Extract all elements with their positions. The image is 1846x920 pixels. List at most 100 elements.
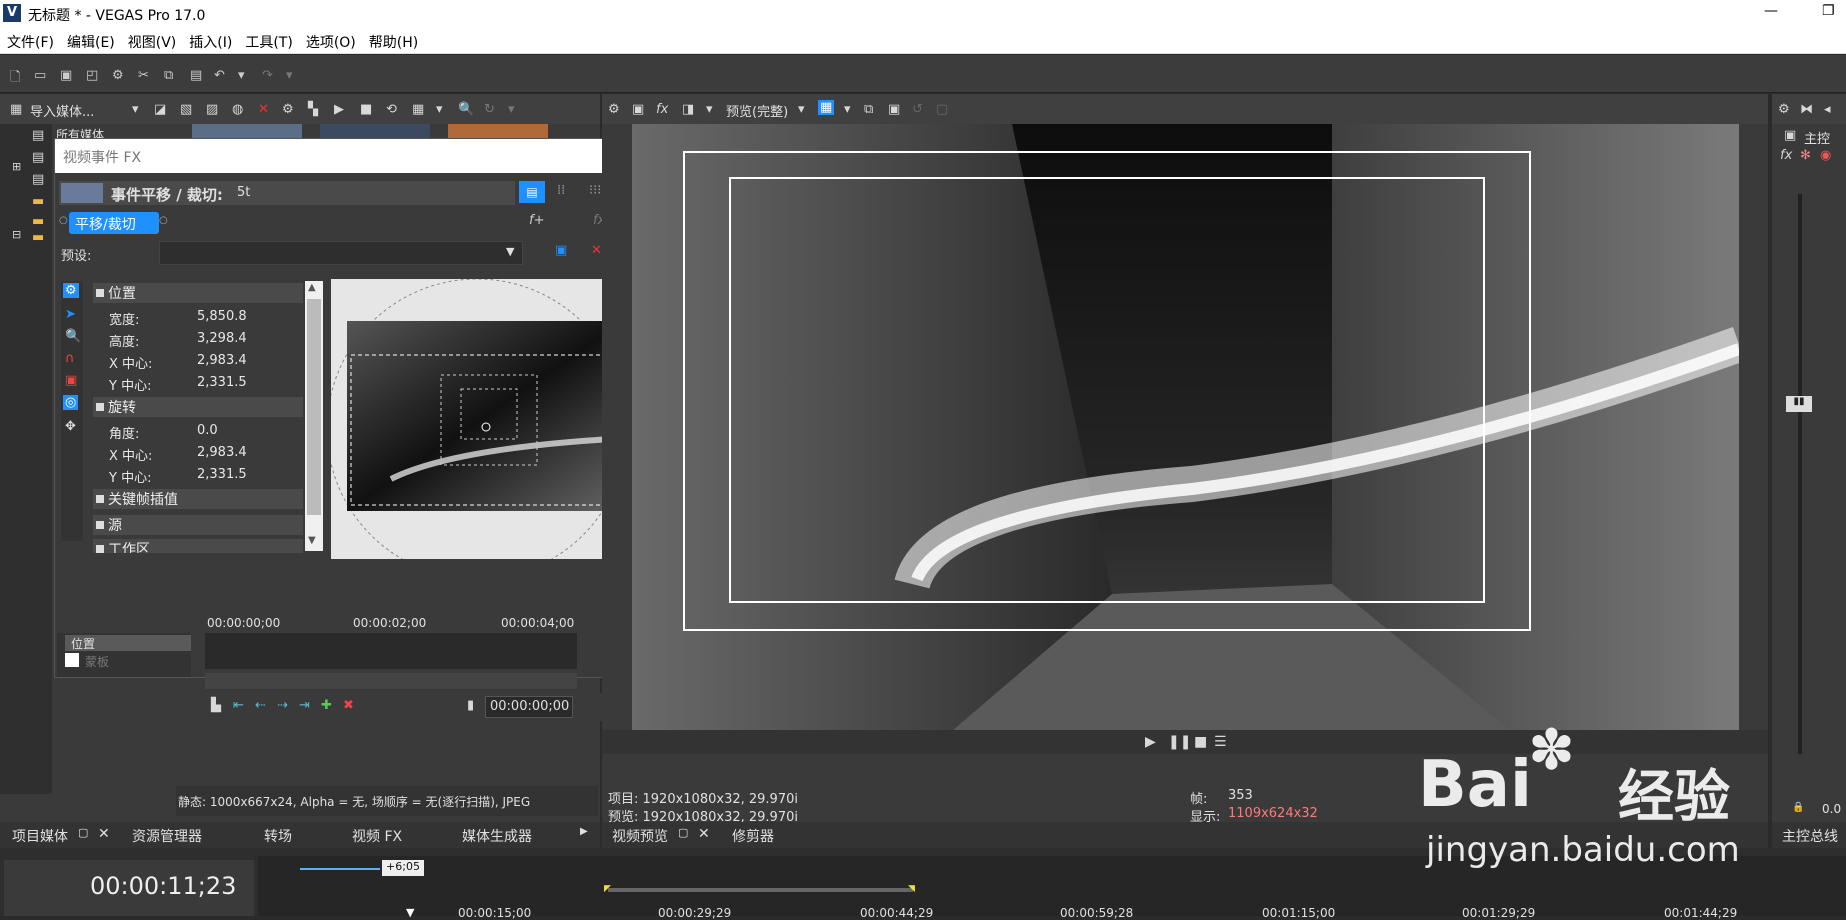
master-record-icon[interactable]: ◉: [1820, 148, 1831, 163]
delete-preset-icon[interactable]: ✕: [591, 243, 602, 258]
keyframe-scrollbar[interactable]: [205, 673, 577, 689]
grid-view-alt-icon[interactable]: ⁝⁝⁝: [589, 183, 601, 198]
overlays-dropdown-icon[interactable]: ▾: [844, 102, 851, 117]
group-rotation[interactable]: 旋转: [93, 397, 303, 417]
prop-rot-y-center-value[interactable]: 2,331.5: [197, 467, 247, 482]
chevron-down-icon[interactable]: ▼: [506, 245, 514, 258]
grid-view-icon[interactable]: ⁞⁞: [557, 183, 565, 198]
preview-quality-button[interactable]: 预览(完整): [726, 101, 788, 120]
properties-gear-icon[interactable]: ⚙: [282, 102, 294, 117]
menu-options[interactable]: 选项(O): [299, 28, 362, 52]
play-icon[interactable]: ▶: [334, 102, 344, 117]
search-icon[interactable]: 🔍: [458, 102, 474, 117]
tab-undock-icon[interactable]: ▢: [78, 826, 88, 839]
master-checkbox-icon[interactable]: ▣: [1784, 128, 1796, 143]
media-tool-icon[interactable]: ▦: [10, 102, 22, 117]
media-bin-icon[interactable]: ▤: [32, 172, 44, 187]
list-view-icon[interactable]: ▤: [519, 181, 545, 203]
pause-icon[interactable]: ❚❚: [1168, 734, 1191, 750]
play-icon[interactable]: ▶: [1145, 734, 1156, 750]
keyframe-timecode-field[interactable]: 00:00:00;00: [485, 696, 573, 718]
delete-icon[interactable]: ✕: [258, 102, 269, 117]
stop-icon[interactable]: ■: [360, 102, 372, 117]
split-dropdown-icon[interactable]: ▾: [706, 102, 713, 117]
split-screen-icon[interactable]: ◨: [682, 102, 694, 117]
tab-transitions[interactable]: 转场: [264, 826, 292, 846]
keyframe-ruler[interactable]: 00:00:00;00 00:00:02;00 00:00:04;00: [205, 615, 591, 633]
scrollbar-thumb[interactable]: [307, 299, 321, 515]
menu-file[interactable]: 文件(F): [0, 28, 60, 52]
tab-trimmer[interactable]: 修剪器: [732, 826, 774, 846]
tab-close-icon[interactable]: ✕: [698, 826, 710, 842]
keyframe-lane[interactable]: [205, 633, 577, 669]
refresh-icon[interactable]: ↻: [484, 102, 495, 117]
capture-icon[interactable]: ◪: [154, 102, 166, 117]
save-preset-icon[interactable]: ▣: [555, 243, 567, 258]
center-icon[interactable]: ◎: [63, 395, 79, 410]
loop-region[interactable]: [608, 888, 913, 892]
menu-insert[interactable]: 插入(I): [182, 28, 238, 52]
master-fader-track[interactable]: [1798, 194, 1802, 754]
fx-chain-row[interactable]: 事件平移 / 裁切: 5t: [59, 181, 515, 205]
zoom-icon[interactable]: 🔍: [65, 329, 81, 344]
prop-x-center-value[interactable]: 2,983.4: [197, 353, 247, 368]
overlays-grid-icon[interactable]: ▦: [818, 100, 835, 115]
tab-scroll-right-icon[interactable]: ▶: [580, 826, 588, 837]
cut-icon[interactable]: ✂: [138, 68, 149, 83]
tab-video-preview[interactable]: 视频预览: [612, 826, 668, 846]
prop-angle-value[interactable]: 0.0: [197, 423, 218, 438]
master-fx-icon[interactable]: fx: [1780, 148, 1792, 163]
prop-y-center-value[interactable]: 2,331.5: [197, 375, 247, 390]
scroll-up-icon[interactable]: ▲: [308, 282, 316, 293]
pan-crop-workspace[interactable]: [331, 279, 619, 559]
get-media-icon[interactable]: ▧: [180, 102, 192, 117]
tab-explorer[interactable]: 资源管理器: [132, 826, 202, 846]
restore-icon[interactable]: ❐: [1822, 3, 1835, 19]
extract-icon[interactable]: ▨: [206, 102, 218, 117]
render-icon[interactable]: ◰: [86, 68, 98, 83]
group-keyframe-interpolation[interactable]: 关键帧插值: [93, 489, 303, 509]
redo-dropdown-icon[interactable]: ▾: [286, 68, 293, 83]
chevron-down-icon[interactable]: ▾: [132, 102, 139, 117]
views-dropdown-icon[interactable]: ▾: [436, 102, 443, 117]
copy-snapshot-icon[interactable]: ⧉: [864, 102, 873, 117]
master-fader-handle[interactable]: ▮▮: [1786, 396, 1812, 412]
loop-start-marker-icon[interactable]: ◤: [604, 884, 611, 894]
next-keyframe-icon[interactable]: ⇢: [277, 698, 288, 713]
web-icon[interactable]: ◍: [232, 102, 243, 117]
cursor-icon[interactable]: ➤: [65, 307, 76, 322]
import-media-button[interactable]: 导入媒体...: [30, 101, 94, 120]
save-icon[interactable]: ▣: [60, 68, 72, 83]
preset-select[interactable]: ▼: [159, 241, 523, 265]
views-icon[interactable]: ▦: [412, 102, 424, 117]
mixer-speaker-icon[interactable]: ◂: [1824, 102, 1831, 117]
media-bin-icon[interactable]: ▤: [32, 150, 44, 165]
first-keyframe-icon[interactable]: ⇤: [233, 698, 244, 713]
preview-gear-icon[interactable]: ⚙: [608, 102, 620, 117]
plugin-chip[interactable]: 平移/裁切: [69, 212, 159, 234]
menu-icon[interactable]: ☰: [1214, 734, 1227, 750]
scroll-down-icon[interactable]: ▼: [308, 535, 316, 546]
save-snapshot-icon[interactable]: ▣: [888, 102, 900, 117]
prop-width-value[interactable]: 5,850.8: [197, 309, 247, 324]
tab-project-media[interactable]: 项目媒体: [12, 826, 68, 846]
group-workspace[interactable]: 工作区: [93, 539, 303, 553]
master-settings-icon[interactable]: ✻: [1800, 148, 1811, 163]
auto-preview-icon[interactable]: ⟲: [386, 102, 397, 117]
add-keyframe-icon[interactable]: ✚: [321, 698, 332, 713]
delete-keyframe-icon[interactable]: ✖: [343, 698, 354, 713]
move-icon[interactable]: ✥: [65, 419, 76, 434]
menu-help[interactable]: 帮助(H): [362, 28, 424, 52]
media-fx-icon[interactable]: ▚: [308, 102, 318, 117]
undo-icon[interactable]: ↶: [214, 68, 225, 83]
tab-media-generators[interactable]: 媒体生成器: [462, 826, 532, 846]
folder-icon[interactable]: ▬: [32, 230, 44, 245]
media-bin-icon[interactable]: ▤: [32, 128, 44, 143]
gear-icon[interactable]: ⚙: [63, 283, 79, 298]
stop-icon[interactable]: ■: [1194, 734, 1207, 750]
playhead-icon[interactable]: ▼: [406, 906, 414, 919]
open-folder-icon[interactable]: ▭: [34, 68, 46, 83]
copy-icon[interactable]: ⧉: [164, 68, 173, 83]
mixer-downmix-icon[interactable]: ⧓: [1800, 102, 1813, 117]
menu-edit[interactable]: 编辑(E): [60, 28, 121, 52]
